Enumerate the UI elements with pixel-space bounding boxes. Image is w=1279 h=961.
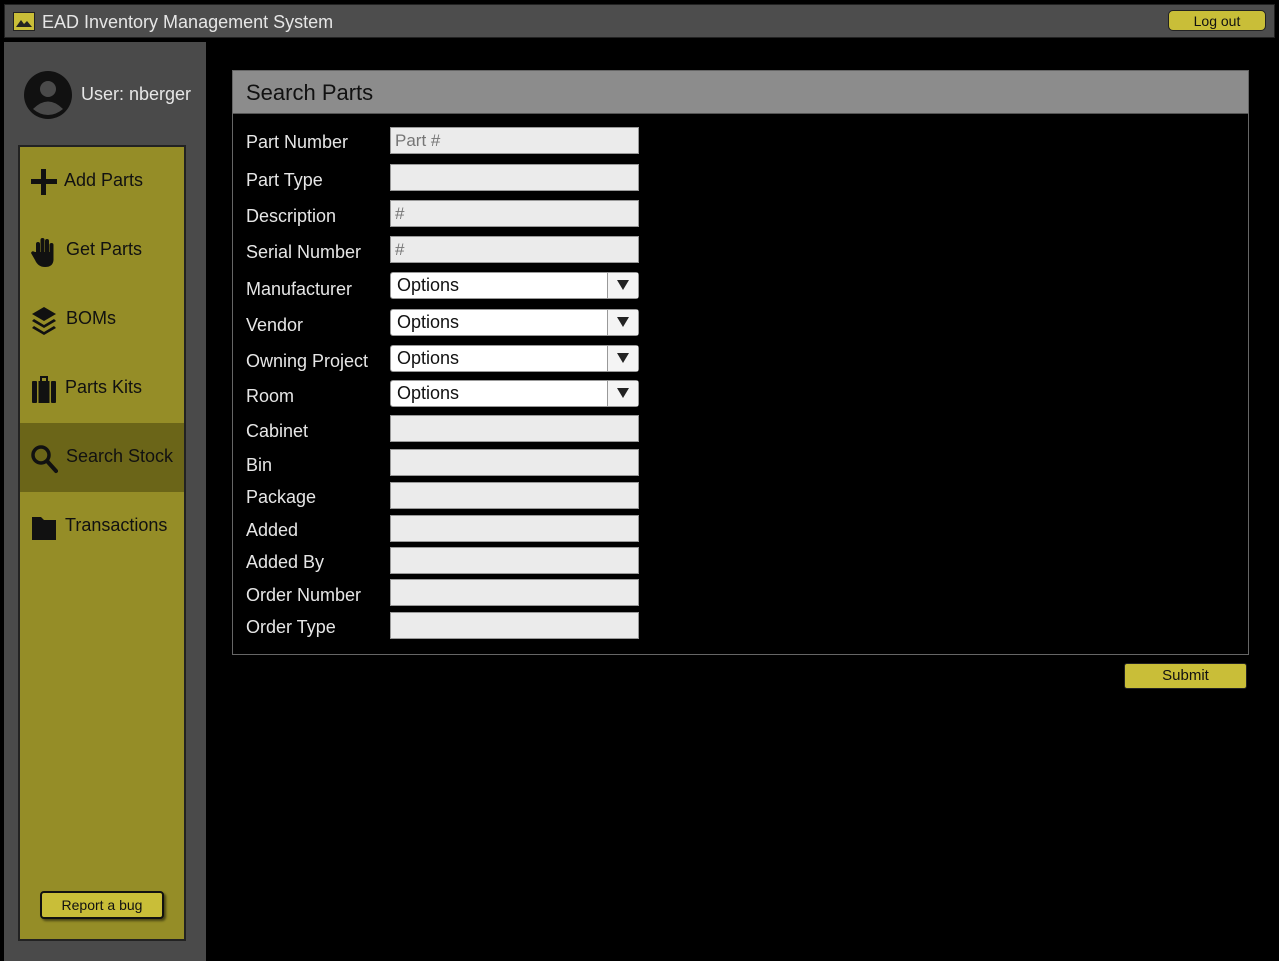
- bin-label: Bin: [246, 455, 273, 475]
- package-input[interactable]: [390, 482, 639, 509]
- panel-title: Search Parts: [246, 80, 374, 105]
- nav-item-label: Parts Kits: [65, 377, 143, 397]
- search-parts-panel: Search Parts Part Number Part Type Descr…: [232, 70, 1249, 655]
- serial-number-input[interactable]: [390, 236, 639, 263]
- submit-button[interactable]: Submit: [1124, 663, 1247, 689]
- added-label: Added: [246, 520, 299, 540]
- nav-menu: Add Parts Get Parts BOMs Parts Kits Sear…: [18, 145, 186, 941]
- app-title: EAD Inventory Management System: [42, 12, 334, 32]
- vendor-select[interactable]: Options: [390, 309, 639, 336]
- serial-number-label: Serial Number: [246, 242, 362, 262]
- hand-icon: [30, 236, 58, 267]
- plus-icon: [30, 167, 58, 197]
- select-value: Options: [397, 275, 460, 295]
- luggage-icon: [30, 374, 58, 404]
- order-type-label: Order Type: [246, 617, 336, 637]
- chevron-down-icon[interactable]: [607, 346, 638, 371]
- chevron-down-icon[interactable]: [607, 273, 638, 298]
- added-input[interactable]: [390, 515, 639, 542]
- select-value: Options: [397, 383, 460, 403]
- user-avatar-icon: [23, 70, 73, 120]
- package-label: Package: [246, 487, 317, 507]
- part-number-label: Part Number: [246, 132, 349, 152]
- select-value: Options: [397, 348, 460, 368]
- order-number-input[interactable]: [390, 579, 639, 606]
- room-select[interactable]: Options: [390, 380, 639, 407]
- owning-project-select[interactable]: Options: [390, 345, 639, 372]
- image-icon: [13, 12, 35, 31]
- nav-item-label: Add Parts: [64, 170, 144, 190]
- nav-item-add-parts[interactable]: Add Parts: [20, 147, 184, 216]
- vendor-label: Vendor: [246, 315, 304, 335]
- part-number-input[interactable]: [390, 127, 639, 154]
- panel-header: Search Parts: [233, 71, 1248, 114]
- owning-project-label: Owning Project: [246, 351, 369, 371]
- manufacturer-label: Manufacturer: [246, 279, 353, 299]
- manufacturer-select[interactable]: Options: [390, 272, 639, 299]
- bin-input[interactable]: [390, 449, 639, 476]
- user-label: User: nberger: [81, 84, 192, 104]
- nav-item-transactions[interactable]: Transactions: [20, 492, 184, 561]
- nav-item-label: BOMs: [66, 308, 117, 328]
- nav-item-boms[interactable]: BOMs: [20, 285, 184, 354]
- part-type-label: Part Type: [246, 170, 323, 190]
- chevron-down-icon[interactable]: [607, 310, 638, 335]
- nav-item-label: Search Stock: [66, 446, 174, 466]
- added-by-input[interactable]: [390, 547, 639, 574]
- sidebar: User: nberger Add Parts Get Parts BOMs P…: [4, 42, 206, 961]
- part-type-input[interactable]: [390, 164, 639, 191]
- nav-item-label: Transactions: [65, 515, 168, 535]
- chevron-down-icon[interactable]: [607, 381, 638, 406]
- room-label: Room: [246, 386, 295, 406]
- report-bug-button[interactable]: Report a bug: [40, 891, 164, 919]
- nav-item-get-parts[interactable]: Get Parts: [20, 216, 184, 285]
- nav-item-search-stock[interactable]: Search Stock: [20, 423, 184, 492]
- description-input[interactable]: [390, 200, 639, 227]
- layers-icon: [30, 305, 58, 335]
- logout-button[interactable]: Log out: [1168, 10, 1266, 31]
- cabinet-input[interactable]: [390, 415, 639, 442]
- nav-item-parts-kits[interactable]: Parts Kits: [20, 354, 184, 423]
- order-type-input[interactable]: [390, 612, 639, 639]
- folder-icon: [30, 512, 58, 542]
- cabinet-label: Cabinet: [246, 421, 309, 441]
- description-label: Description: [246, 206, 337, 226]
- nav-item-label: Get Parts: [66, 239, 143, 259]
- select-value: Options: [397, 312, 460, 332]
- title-bar: EAD Inventory Management System Log out: [4, 4, 1275, 38]
- search-icon: [30, 443, 58, 473]
- order-number-label: Order Number: [246, 585, 362, 605]
- added-by-label: Added By: [246, 552, 325, 572]
